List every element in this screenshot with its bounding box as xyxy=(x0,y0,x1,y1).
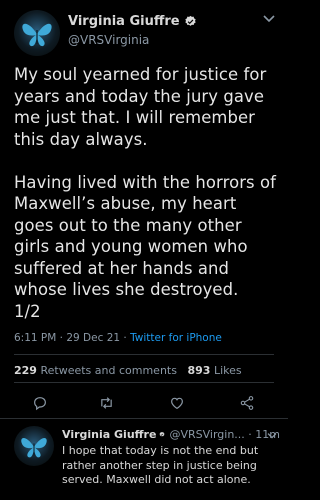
share-button[interactable] xyxy=(236,392,258,414)
tweet-stats: 229 Retweets and comments 893 Likes xyxy=(14,364,242,377)
divider xyxy=(0,418,288,419)
action-bar xyxy=(0,392,288,414)
likes-label[interactable]: Likes xyxy=(214,364,242,377)
reply-icon xyxy=(34,397,46,411)
tweet-time: 6:11 PM xyxy=(14,332,57,344)
tweet-meta: 6:11 PM · 29 Dec 21 · Twitter for iPhone xyxy=(14,332,222,344)
reply-text: I hope that today is not the end but rat… xyxy=(62,444,259,486)
retweet-icon xyxy=(100,397,112,409)
retweets-count[interactable]: 229 xyxy=(14,364,37,377)
reply-handle-time: @VRSVirgin... · 11m xyxy=(169,428,280,441)
meta-separator: · xyxy=(59,332,63,344)
author-handle[interactable]: @VRSVirginia xyxy=(68,33,149,47)
reply-button[interactable] xyxy=(29,392,51,414)
author-avatar[interactable] xyxy=(14,10,60,56)
likes-count[interactable]: 893 xyxy=(187,364,210,377)
reply-tweet[interactable]: Virginia Giuffre @VRSVirgin... · 11m I h… xyxy=(62,428,280,488)
chevron-down-icon[interactable] xyxy=(262,14,276,24)
reply-author-name[interactable]: Virginia Giuffre xyxy=(62,428,156,441)
tweet-date: 29 Dec 21 xyxy=(66,332,121,344)
author-name-text: Virginia Giuffre xyxy=(68,14,180,29)
reply-header: Virginia Giuffre @VRSVirgin... · 11m xyxy=(62,428,280,441)
divider xyxy=(14,354,274,355)
verified-badge-icon xyxy=(160,431,165,437)
butterfly-icon xyxy=(22,23,52,47)
verified-badge-icon xyxy=(184,15,196,26)
retweets-label[interactable]: Retweets and comments xyxy=(40,364,177,377)
chevron-down-icon[interactable] xyxy=(266,432,278,440)
divider xyxy=(14,382,274,383)
share-icon xyxy=(240,396,254,410)
tweet-client-link[interactable]: Twitter for iPhone xyxy=(130,332,222,344)
tweet-text: My soul yearned for justice for years an… xyxy=(14,65,276,321)
retweet-button[interactable] xyxy=(95,392,117,414)
meta-separator: · xyxy=(123,332,127,344)
reply-avatar[interactable] xyxy=(14,426,54,466)
like-button[interactable] xyxy=(166,392,188,414)
like-icon xyxy=(171,397,183,410)
author-name[interactable]: Virginia Giuffre xyxy=(68,14,197,29)
butterfly-icon xyxy=(21,437,47,458)
